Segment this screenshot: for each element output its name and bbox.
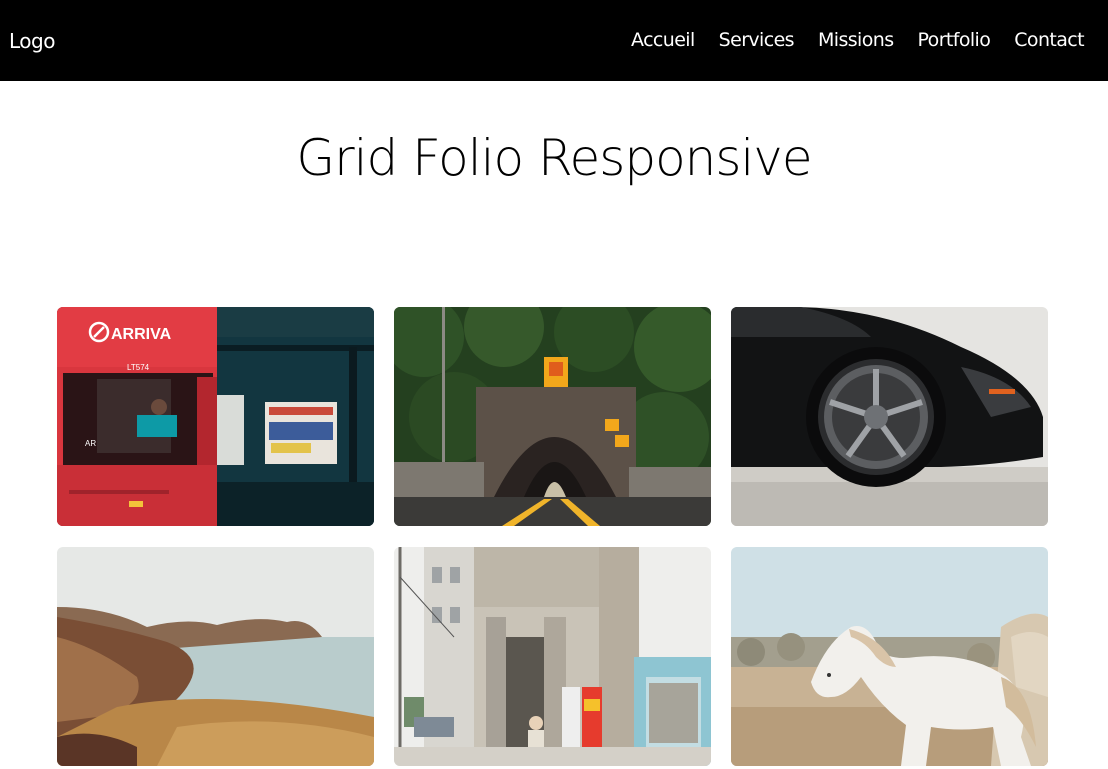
nav-portfolio[interactable]: Portfolio xyxy=(918,26,991,54)
portfolio-image-red-bus[interactable]: ARRIVA LT574 AR xyxy=(57,307,374,526)
main-nav: Accueil Services Missions Portfolio Cont… xyxy=(631,26,1085,54)
top-navbar: Logo Accueil Services Missions Portfolio… xyxy=(0,0,1108,81)
white-horse-photo xyxy=(731,547,1048,766)
page-title: Grid Folio Responsive xyxy=(296,129,812,187)
nav-accueil[interactable]: Accueil xyxy=(631,26,695,54)
tunnel-photo xyxy=(394,307,711,526)
red-bus-photo: ARRIVA LT574 AR xyxy=(57,307,374,526)
nav-missions[interactable]: Missions xyxy=(818,26,894,54)
portfolio-image-coastline[interactable] xyxy=(57,547,374,766)
portfolio-image-tunnel[interactable] xyxy=(394,307,711,526)
street-photo xyxy=(394,547,711,766)
portfolio-image-sports-car[interactable] xyxy=(731,307,1048,526)
portfolio-image-white-horse[interactable] xyxy=(731,547,1048,766)
bus-brand-text: ARRIVA xyxy=(111,326,172,343)
nav-contact[interactable]: Contact xyxy=(1014,26,1084,54)
coastline-photo xyxy=(57,547,374,766)
sports-car-photo xyxy=(731,307,1048,526)
bus-route-text: AR xyxy=(85,439,96,448)
bus-number-text: LT574 xyxy=(127,363,150,372)
logo-link[interactable]: Logo xyxy=(9,27,55,55)
portfolio-image-street[interactable] xyxy=(394,547,711,766)
nav-services[interactable]: Services xyxy=(719,26,795,54)
